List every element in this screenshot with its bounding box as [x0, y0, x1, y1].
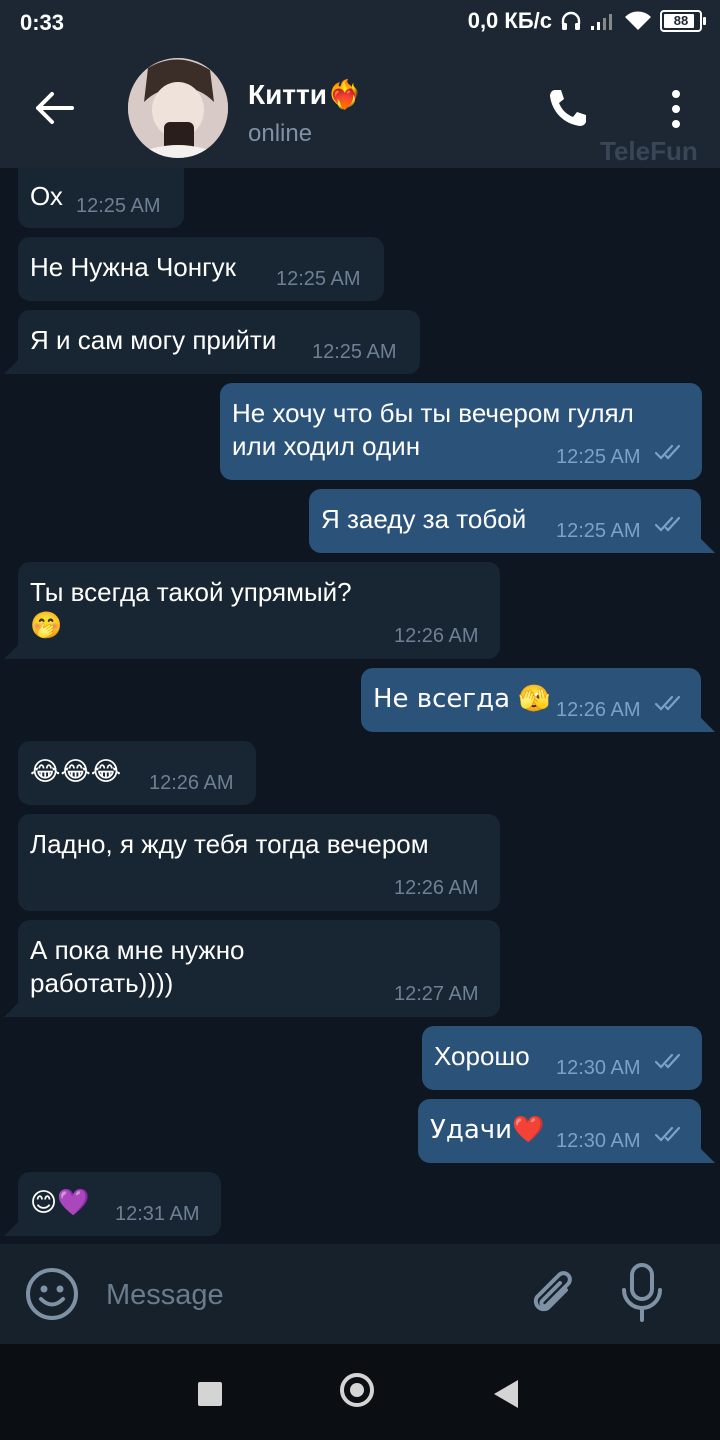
- message-incoming[interactable]: 😊💜 12:31 AM: [4, 1172, 221, 1236]
- avatar[interactable]: [128, 58, 228, 158]
- wifi-icon: [625, 11, 651, 30]
- message-text: Ладно, я жду тебя тогда вечером: [30, 829, 429, 859]
- message-incoming[interactable]: Я и сам могу прийти 12:25 AM: [4, 310, 420, 374]
- message-input[interactable]: [104, 1274, 508, 1316]
- message-incoming[interactable]: Ох 12:25 AM: [18, 168, 184, 228]
- message-time: 12:25 AM: [556, 520, 641, 542]
- chat-status: online: [248, 120, 313, 147]
- emoji-icon[interactable]: [24, 1266, 80, 1322]
- message-outgoing[interactable]: Не всегда 🫣 12:26 AM: [361, 668, 715, 732]
- battery-level: 88: [673, 13, 689, 28]
- mic-icon[interactable]: [618, 1262, 666, 1324]
- message-text: 😊💜: [30, 1188, 90, 1218]
- read-ticks-icon: [654, 1053, 681, 1069]
- message-outgoing[interactable]: Не хочу что бы ты вечером гулял или ходил…: [220, 383, 702, 480]
- network-speed: 0,0 КБ/с: [467, 8, 552, 33]
- battery-icon: 88: [660, 10, 706, 32]
- message-incoming[interactable]: 😂😂😂 12:26 AM: [18, 741, 256, 805]
- message-time: 12:25 AM: [556, 446, 641, 468]
- heart-on-fire-emoji: ❤️‍🔥: [326, 78, 362, 111]
- message-text: 😂😂😂: [30, 757, 122, 787]
- message-time: 12:26 AM: [394, 625, 479, 647]
- message-outgoing[interactable]: Удачи❤️ 12:30 AM: [418, 1099, 715, 1163]
- more-vert-icon[interactable]: [664, 88, 688, 130]
- system-nav-bar: [0, 1344, 720, 1440]
- message-time: 12:25 AM: [312, 341, 397, 363]
- message-time: 12:30 AM: [556, 1130, 641, 1152]
- message-time: 12:26 AM: [149, 772, 234, 794]
- status-time: 0:33: [20, 10, 65, 35]
- recents-button[interactable]: [198, 1382, 222, 1406]
- message-text: Ты всегда такой упрямый? 🤭: [30, 577, 352, 641]
- headset-icon: [561, 11, 581, 30]
- message-composer: [0, 1244, 720, 1344]
- home-button[interactable]: [340, 1373, 374, 1407]
- message-time: 12:26 AM: [394, 877, 479, 899]
- read-ticks-icon: [654, 695, 681, 711]
- phone-icon[interactable]: [546, 86, 590, 130]
- message-time: 12:26 AM: [556, 699, 641, 721]
- read-ticks-icon: [654, 1126, 681, 1142]
- message-time: 12:31 AM: [115, 1203, 200, 1225]
- chat-title[interactable]: Китти❤️‍🔥: [248, 78, 362, 111]
- message-time: 12:27 AM: [394, 983, 479, 1005]
- message-text: Не Нужна Чонгук: [30, 252, 236, 282]
- message-text: Удачи❤️: [430, 1115, 545, 1145]
- avatar-image: [128, 58, 228, 158]
- watermark: TeleFun: [600, 136, 698, 166]
- message-text: А пока мне нужно работать)))): [30, 935, 245, 998]
- message-time: 12:25 AM: [76, 195, 161, 217]
- read-ticks-icon: [654, 444, 681, 460]
- signal-icon: [591, 14, 612, 30]
- message-text: Я и сам могу прийти: [30, 325, 277, 355]
- message-text: Хорошо: [434, 1041, 530, 1071]
- message-outgoing[interactable]: Я заеду за тобой 12:25 AM: [309, 489, 715, 553]
- attach-icon[interactable]: [526, 1264, 580, 1324]
- status-bar: 0:33 0,0 КБ/с 88: [0, 0, 720, 48]
- message-text: Я заеду за тобой: [321, 504, 527, 534]
- chat-name: Китти: [248, 79, 327, 110]
- message-outgoing[interactable]: Хорошо 12:30 AM: [422, 1026, 702, 1090]
- message-incoming[interactable]: Не Нужна Чонгук 12:25 AM: [18, 237, 384, 301]
- system-back-button[interactable]: [494, 1380, 518, 1408]
- message-time: 12:25 AM: [276, 268, 361, 290]
- read-ticks-icon: [654, 516, 681, 532]
- message-incoming[interactable]: Ладно, я жду тебя тогда вечером 12:26 AM: [18, 814, 500, 911]
- message-text: Не всегда 🫣: [373, 684, 551, 714]
- message-incoming[interactable]: Ты всегда такой упрямый? 🤭 12:26 AM: [4, 562, 500, 659]
- status-icons: 0,0 КБ/с 88: [467, 8, 706, 34]
- back-arrow-icon[interactable]: [28, 88, 80, 128]
- message-text: Ох: [30, 181, 63, 211]
- message-time: 12:30 AM: [556, 1057, 641, 1079]
- chat-header: Китти❤️‍🔥 online TeleFun: [0, 48, 720, 168]
- message-incoming[interactable]: А пока мне нужно работать)))) 12:27 AM: [4, 920, 500, 1017]
